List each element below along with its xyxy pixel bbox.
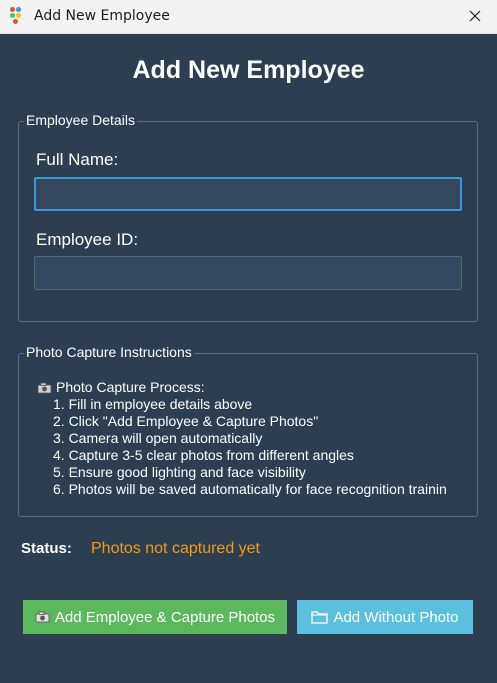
add-employee-capture-label: Add Employee & Capture Photos [54,608,276,626]
employee-id-input[interactable] [34,256,462,290]
camera-icon [37,382,52,393]
title-bar: Add New Employee [0,0,497,34]
status-label: Status: [21,540,72,557]
instruction-step: 2. Click "Add Employee & Capture Photos" [53,413,319,429]
instruction-step: 5. Ensure good lighting and face visibil… [53,464,306,480]
add-employee-capture-button[interactable]: Add Employee & Capture Photos [23,600,287,634]
add-without-photo-label: Add Without Photo [333,608,459,626]
close-icon [469,10,481,22]
photo-instructions-legend: Photo Capture Instructions [24,344,194,360]
close-button[interactable] [463,4,487,28]
instruction-step: 1. Fill in employee details above [53,396,253,412]
camera-icon [35,611,50,623]
app-icon [10,7,26,25]
full-name-label: Full Name: [36,150,119,169]
instruction-step: 4. Capture 3-5 clear photos from differe… [53,447,354,463]
folder-icon [311,611,329,624]
window-title: Add New Employee [34,8,170,24]
add-without-photo-button[interactable]: Add Without Photo [297,600,473,634]
instruction-step: 3. Camera will open automatically [53,430,263,446]
status-value: Photos not captured yet [91,540,260,557]
page-title: Add New Employee [132,56,365,84]
full-name-input[interactable] [34,177,462,211]
instructions-text: Photo Capture Process: 1. Fill in employ… [37,379,447,498]
employee-id-label: Employee ID: [36,230,139,249]
instruction-step: 6. Photos will be saved automatically fo… [53,481,447,497]
employee-details-legend: Employee Details [24,112,137,128]
instructions-heading: Photo Capture Process: [56,379,205,395]
